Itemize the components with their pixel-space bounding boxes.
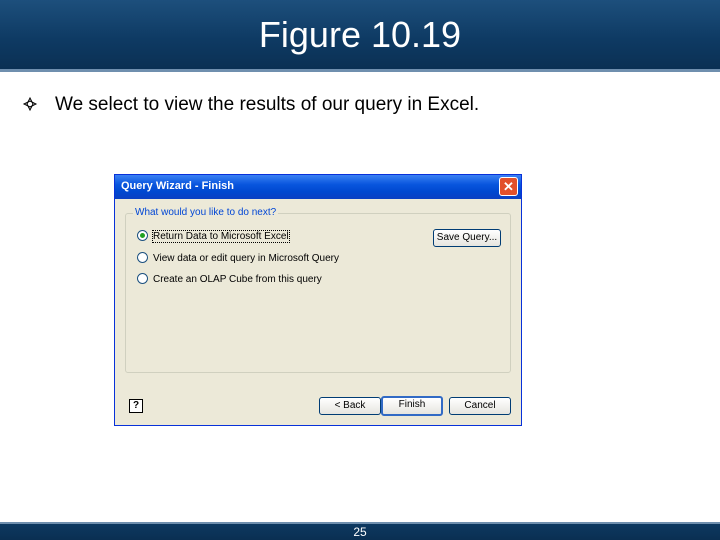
- close-icon[interactable]: ✕: [499, 177, 518, 196]
- diamond-bullet-icon: [22, 96, 38, 112]
- option-view-edit-query[interactable]: View data or edit query in Microsoft Que…: [137, 252, 340, 267]
- query-wizard-dialog: Query Wizard - Finish ✕ What would you l…: [114, 174, 522, 426]
- radio-icon[interactable]: [137, 252, 148, 263]
- group-label: What would you like to do next?: [133, 207, 279, 218]
- option-label: Return Data to Microsoft Excel: [152, 230, 290, 244]
- back-button[interactable]: < Back: [319, 397, 381, 415]
- option-label: Create an OLAP Cube from this query: [153, 274, 322, 286]
- cancel-button[interactable]: Cancel: [449, 397, 511, 415]
- option-create-olap-cube[interactable]: Create an OLAP Cube from this query: [137, 273, 322, 288]
- option-label: View data or edit query in Microsoft Que…: [153, 253, 340, 265]
- finish-button[interactable]: Finish: [381, 396, 443, 416]
- page-number: 25: [353, 525, 367, 539]
- dialog-title: Query Wizard - Finish: [121, 180, 234, 192]
- dialog-title-bar[interactable]: Query Wizard - Finish ✕: [115, 175, 521, 199]
- slide-title: Figure 10.19: [258, 14, 462, 55]
- option-return-data[interactable]: Return Data to Microsoft Excel: [137, 230, 290, 245]
- radio-selected-icon[interactable]: [137, 230, 148, 241]
- help-icon[interactable]: ?: [129, 399, 143, 413]
- radio-icon[interactable]: [137, 273, 148, 284]
- bullet-text: We select to view the results of our que…: [55, 94, 480, 115]
- save-query-button[interactable]: Save Query...: [433, 229, 501, 247]
